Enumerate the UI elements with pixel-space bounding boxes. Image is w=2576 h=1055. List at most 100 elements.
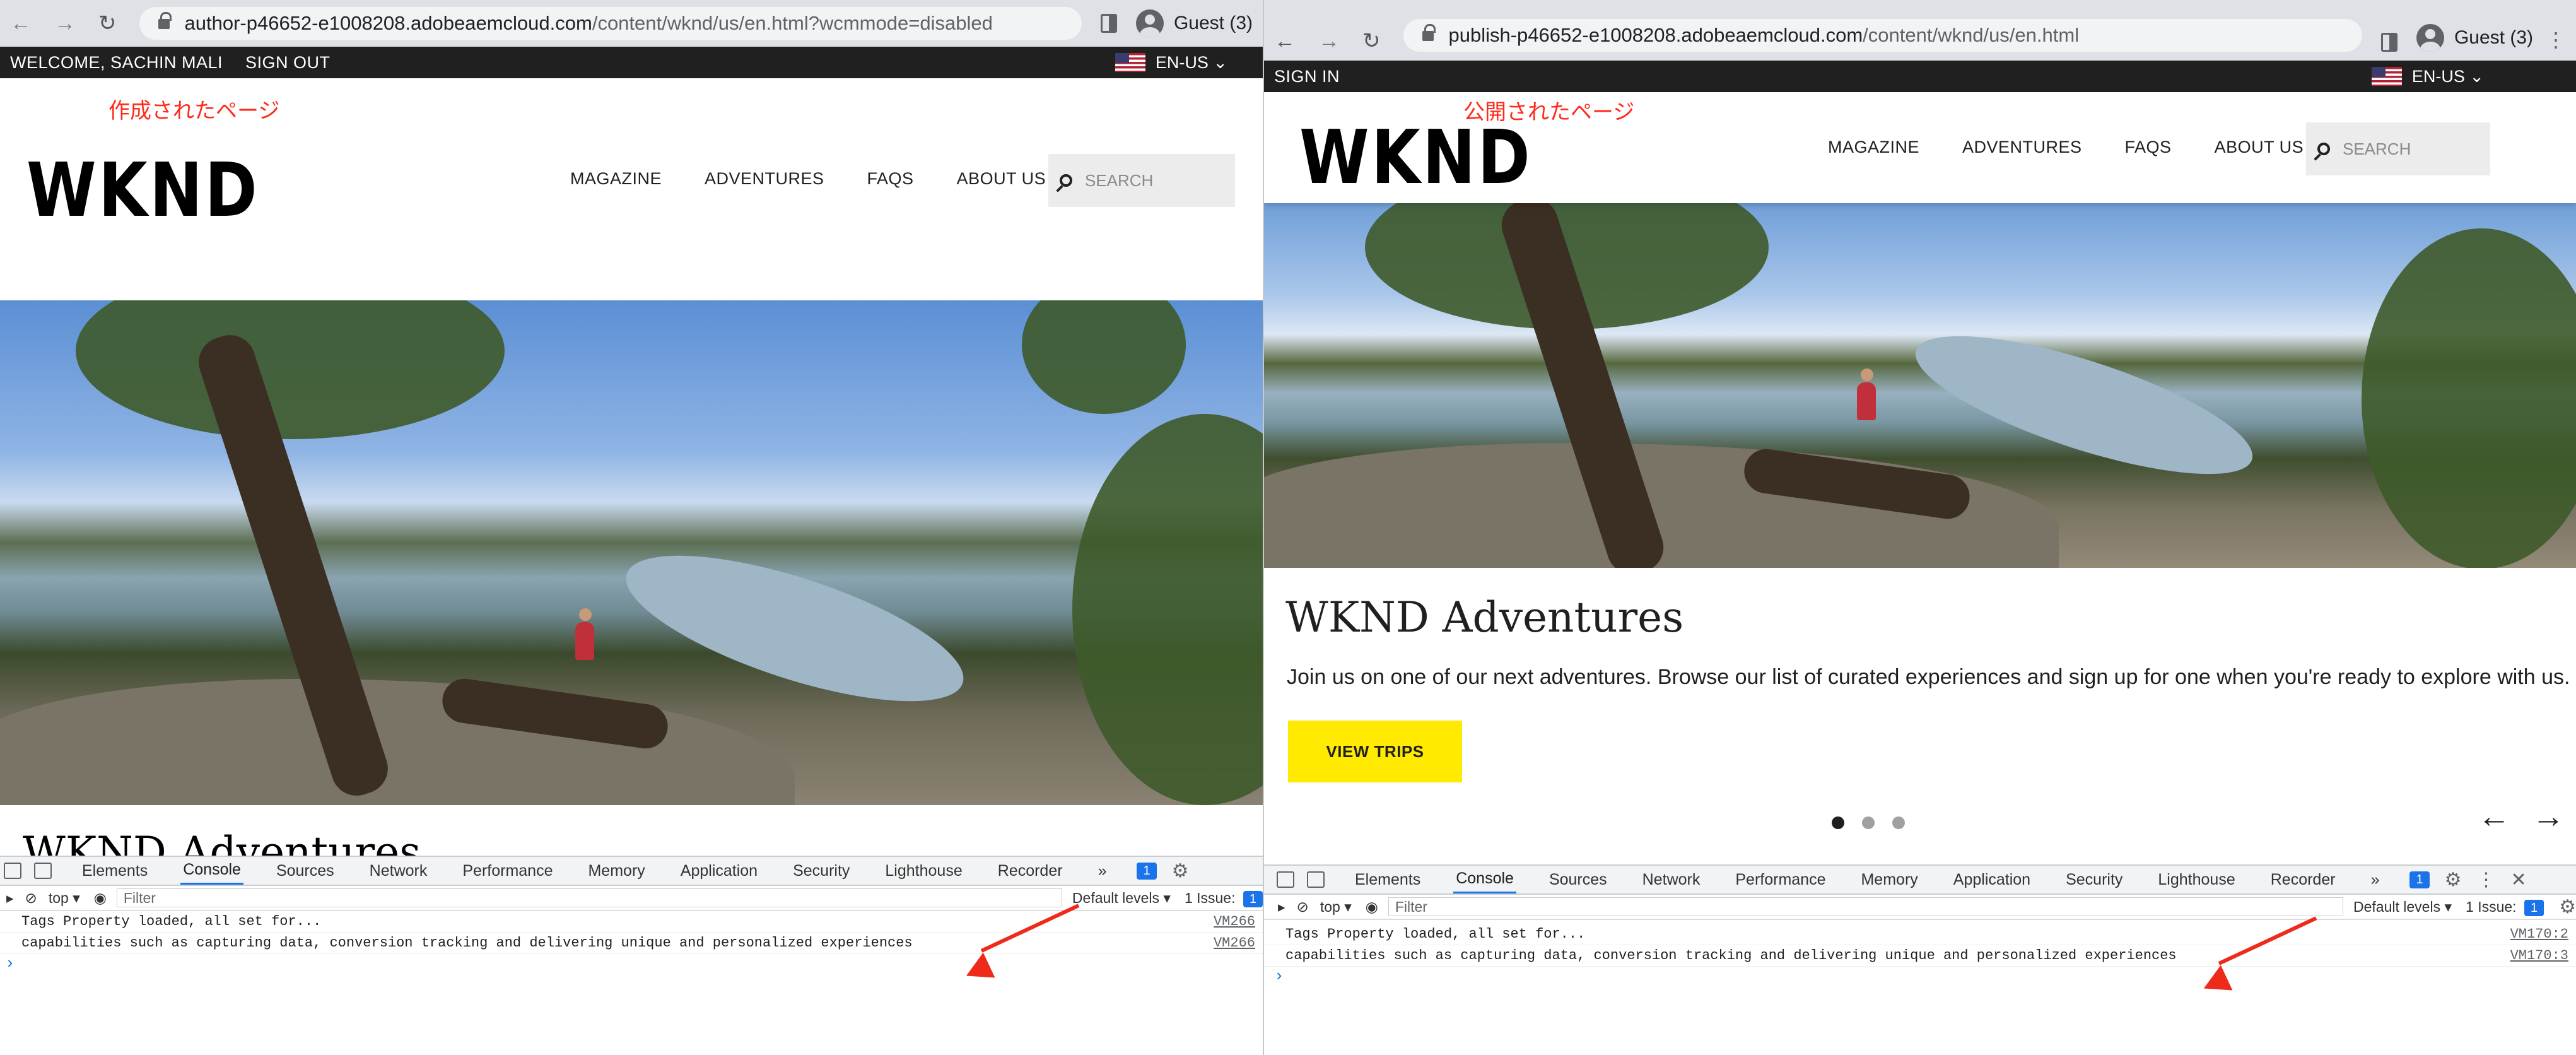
device-toolbar-icon[interactable] — [34, 863, 52, 879]
carousel-dot-3[interactable] — [1892, 816, 1905, 829]
language-selector[interactable]: EN-US ⌄ — [2412, 67, 2484, 86]
profile-button[interactable]: Guest (3) — [1135, 9, 1253, 37]
console-source-link[interactable]: VM266 — [1214, 935, 1255, 951]
more-menu-icon[interactable]: ⋮ — [2477, 869, 2496, 891]
more-tabs-icon[interactable]: » — [2368, 867, 2382, 893]
more-tabs-icon[interactable]: » — [1096, 858, 1109, 884]
search-box[interactable]: SEARCH — [2306, 122, 2490, 175]
issues-link[interactable]: 1 Issue: 1 — [2466, 899, 2544, 916]
nav-magazine[interactable]: MAGAZINE — [1828, 138, 1919, 157]
us-flag-icon — [2371, 67, 2402, 86]
more-menu-icon[interactable]: ⋮ — [2546, 28, 2566, 52]
device-toolbar-icon[interactable] — [1307, 871, 1325, 888]
issues-badge[interactable]: 1 — [2409, 871, 2430, 888]
issue-count-badge: 1 — [1243, 890, 1263, 907]
forward-icon[interactable]: → — [54, 13, 76, 34]
tab-recorder[interactable]: Recorder — [2268, 867, 2338, 893]
carousel-dot-1[interactable] — [1832, 816, 1844, 829]
tab-application[interactable]: Application — [1951, 867, 2033, 893]
issues-link[interactable]: 1 Issue: 1 — [1185, 890, 1263, 907]
eye-icon[interactable]: ◉ — [1366, 899, 1378, 916]
wknd-logo[interactable]: WKND — [26, 146, 259, 233]
tab-security[interactable]: Security — [2063, 867, 2125, 893]
inspect-icon[interactable] — [1277, 871, 1294, 888]
console-source-link[interactable]: VM170:2 — [2510, 926, 2568, 942]
tab-performance[interactable]: Performance — [460, 858, 555, 884]
tab-sources[interactable]: Sources — [274, 858, 337, 884]
settings-gear-icon[interactable]: ⚙ — [2445, 869, 2462, 891]
console-settings-icon[interactable]: ⚙ — [2559, 896, 2576, 918]
forward-icon[interactable]: → — [1318, 30, 1340, 52]
us-flag-icon — [1115, 53, 1145, 72]
levels-dropdown[interactable]: Default levels ▾ — [2353, 899, 2452, 916]
back-icon[interactable]: ← — [1274, 30, 1296, 52]
issues-badge[interactable]: 1 — [1137, 862, 1157, 880]
clear-console-icon[interactable]: ⊘ — [1297, 899, 1309, 916]
context-selector[interactable]: top ▾ — [1320, 899, 1352, 916]
wknd-logo[interactable]: WKND — [1299, 114, 1532, 201]
tab-elements[interactable]: Elements — [79, 858, 150, 884]
console-line: capabilities such as capturing data, con… — [1264, 945, 2576, 967]
inspect-icon[interactable] — [4, 863, 21, 879]
tab-recorder[interactable]: Recorder — [995, 858, 1065, 884]
filter-input[interactable]: Filter — [1388, 897, 2344, 916]
nav-faqs[interactable]: FAQS — [2125, 138, 2172, 157]
close-icon[interactable]: ✕ — [2511, 869, 2527, 891]
main-nav: MAGAZINE ADVENTURES FAQS ABOUT US — [1828, 138, 2346, 157]
nav-about-us[interactable]: ABOUT US — [2215, 138, 2304, 157]
side-panel-icon[interactable] — [2380, 33, 2397, 52]
search-box[interactable]: SEARCH — [1048, 154, 1235, 207]
nav-adventures[interactable]: ADVENTURES — [705, 169, 824, 189]
tab-memory[interactable]: Memory — [1858, 867, 1920, 893]
side-panel-icon[interactable] — [1100, 14, 1117, 33]
reload-icon[interactable]: ↻ — [1362, 30, 1381, 52]
view-trips-button[interactable]: VIEW TRIPS — [1288, 721, 1462, 782]
context-selector[interactable]: top ▾ — [49, 890, 80, 907]
profile-button[interactable]: Guest (3) — [2416, 24, 2533, 52]
eye-icon[interactable]: ◉ — [94, 890, 107, 907]
carousel-dot-2[interactable] — [1862, 816, 1875, 829]
tab-sources[interactable]: Sources — [1547, 867, 1610, 893]
back-icon[interactable]: ← — [10, 13, 32, 34]
tab-application[interactable]: Application — [678, 858, 760, 884]
browser-toolbar: ← → ↻ author-p46652-e1008208.adobeaemclo… — [0, 0, 1263, 47]
clear-console-icon[interactable]: ⊘ — [25, 890, 37, 907]
signout-link[interactable]: SIGN OUT — [245, 53, 331, 73]
nav-adventures[interactable]: ADVENTURES — [1962, 138, 2082, 157]
tab-performance[interactable]: Performance — [1733, 867, 1828, 893]
tab-network[interactable]: Network — [367, 858, 430, 884]
console-prompt[interactable]: › — [1264, 967, 2576, 986]
console-prompt[interactable]: › — [0, 954, 1263, 973]
address-bar[interactable]: author-p46652-e1008208.adobeaemcloud.com… — [139, 7, 1082, 40]
sidebar-toggle-icon[interactable]: ▸ — [1278, 899, 1285, 916]
tab-lighthouse[interactable]: Lighthouse — [2155, 867, 2237, 893]
levels-dropdown[interactable]: Default levels ▾ — [1072, 890, 1171, 907]
devtools-tabs: Elements Console Sources Network Perform… — [1264, 866, 2576, 895]
tab-lighthouse[interactable]: Lighthouse — [882, 858, 964, 884]
site-header: WKND 公開されたページ MAGAZINE ADVENTURES FAQS A… — [1264, 92, 2576, 203]
tab-elements[interactable]: Elements — [1352, 867, 1423, 893]
filter-input[interactable]: Filter — [116, 888, 1062, 907]
annotation-label: 作成されたページ — [108, 98, 280, 124]
tab-console[interactable]: Console — [180, 857, 243, 885]
address-bar[interactable]: publish-p46652-e1008208.adobeaemcloud.co… — [1403, 19, 2362, 52]
tab-console[interactable]: Console — [1453, 866, 1516, 893]
settings-gear-icon[interactable]: ⚙ — [1172, 860, 1189, 882]
carousel-next-icon[interactable]: → — [2532, 798, 2565, 835]
nav-about-us[interactable]: ABOUT US — [957, 169, 1046, 189]
carousel-prev-icon[interactable]: ← — [2478, 798, 2510, 835]
reload-icon[interactable]: ↻ — [98, 13, 117, 34]
nav-magazine[interactable]: MAGAZINE — [570, 169, 662, 189]
site-header: 作成されたページ WKND MAGAZINE ADVENTURES FAQS A… — [0, 78, 1263, 300]
console-source-link[interactable]: VM266 — [1214, 914, 1255, 929]
tab-security[interactable]: Security — [790, 858, 852, 884]
nav-faqs[interactable]: FAQS — [867, 169, 914, 189]
sidebar-toggle-icon[interactable]: ▸ — [6, 890, 14, 907]
tab-network[interactable]: Network — [1640, 867, 1703, 893]
console-line: capabilities such as capturing data, con… — [0, 933, 1263, 954]
signin-link[interactable]: SIGN IN — [1274, 67, 1340, 86]
language-selector[interactable]: EN-US ⌄ — [1156, 53, 1227, 73]
tab-memory[interactable]: Memory — [585, 858, 647, 884]
search-placeholder: SEARCH — [2343, 139, 2411, 158]
console-source-link[interactable]: VM170:3 — [2510, 948, 2568, 964]
